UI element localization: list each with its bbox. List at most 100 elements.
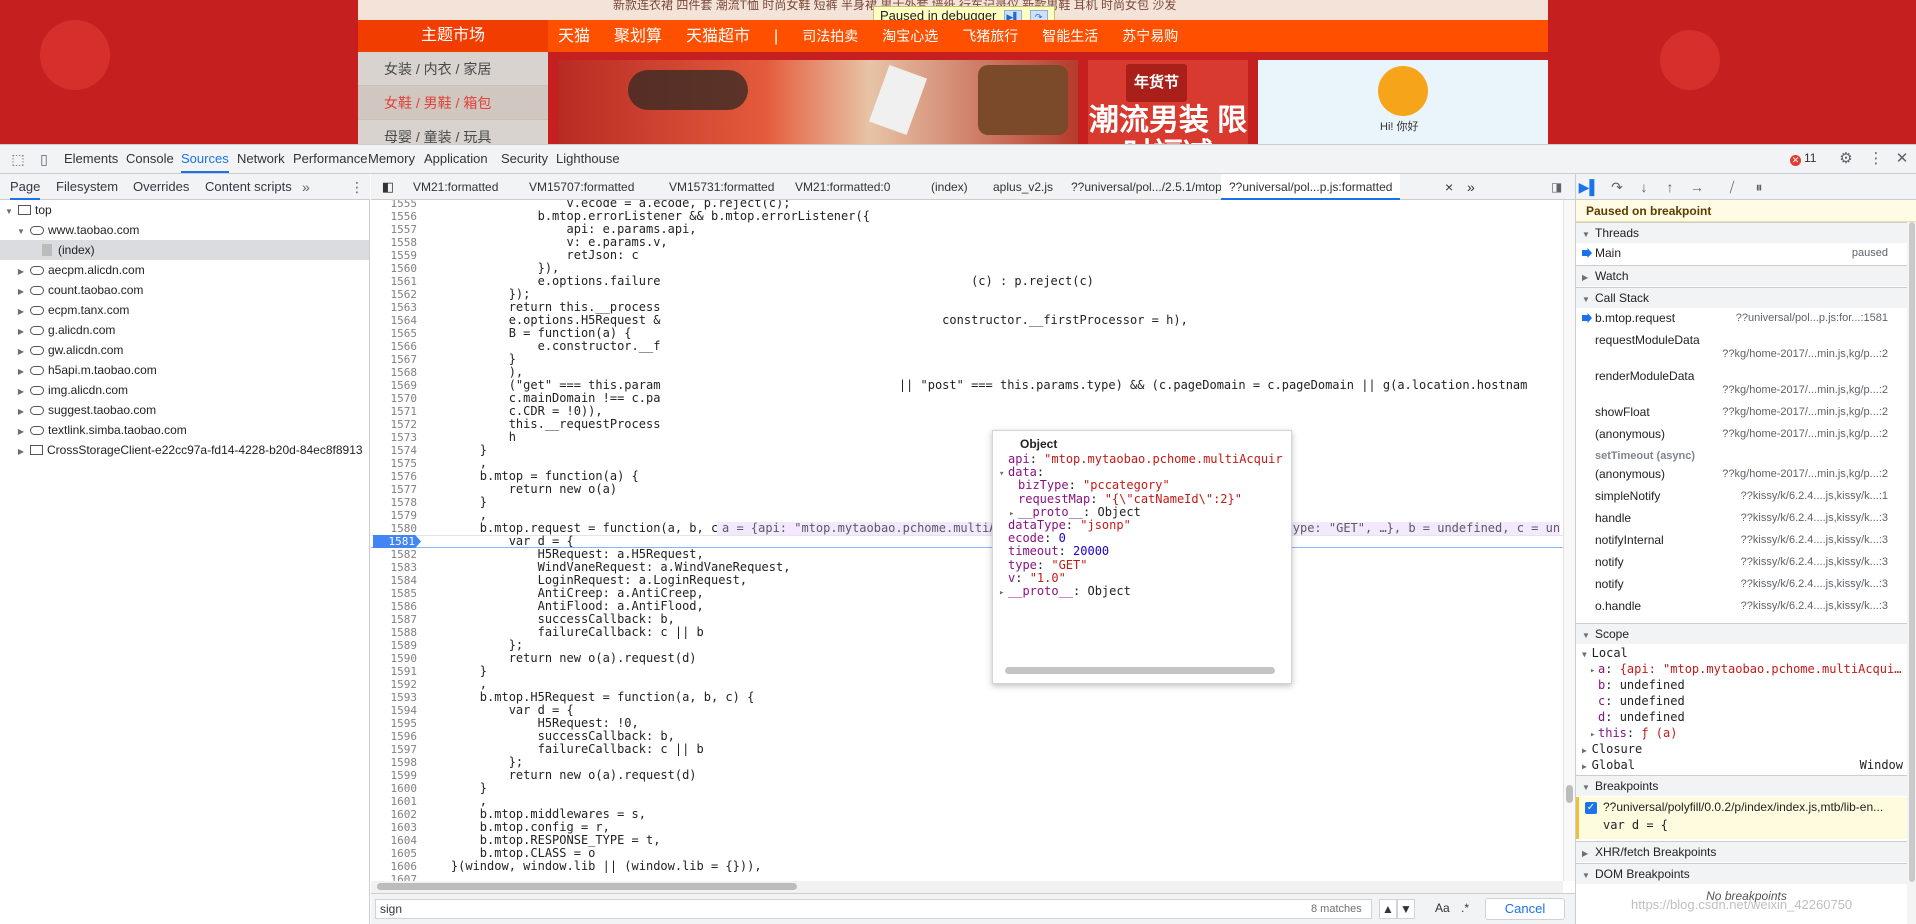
search-input[interactable]: sign: [375, 899, 1372, 919]
scope-local-header[interactable]: ▼ Local: [1576, 645, 1916, 661]
promo-banner-main[interactable]: [558, 60, 1078, 144]
pause-on-exceptions-icon[interactable]: ⏸: [1748, 177, 1770, 197]
debugger-scroll-thumb[interactable]: [1909, 222, 1915, 882]
site-nav-item[interactable]: 飞猪旅行: [962, 28, 1018, 44]
editor-horizontal-scrollbar[interactable]: [371, 881, 1563, 893]
line-number[interactable]: 1601: [371, 795, 418, 808]
call-frame[interactable]: (anonymous) ??kg/home-2017/...min.js,kg/p…: [1576, 465, 1916, 487]
error-counter[interactable]: ✕ 11: [1790, 151, 1816, 166]
line-number[interactable]: 1556: [371, 210, 418, 223]
thread-row[interactable]: Main paused: [1576, 244, 1916, 262]
popover-scrollbar[interactable]: [1005, 667, 1275, 674]
editor-tab[interactable]: VM21:formatted: [405, 174, 506, 200]
line-number[interactable]: 1567: [371, 353, 418, 366]
toggle-navigator-icon[interactable]: ◧: [379, 174, 397, 200]
call-stack-section-toggle-icon[interactable]: ▼: [1582, 289, 1590, 310]
popover-expand-icon[interactable]: ▸: [999, 585, 1008, 601]
threads-section[interactable]: ▼ Threads: [1576, 222, 1916, 243]
site-nav-item[interactable]: 天猫超市: [686, 28, 750, 45]
code-view[interactable]: 1555 v.ecode = a.ecode, p.reject(c); 1556…: [371, 200, 1563, 881]
line-number[interactable]: 1586: [371, 600, 418, 613]
call-frame[interactable]: renderModuleData ??kg/home-2017/...min.js…: [1576, 367, 1916, 403]
tree-item[interactable]: ▶ textlink.simba.taobao.com: [0, 420, 369, 440]
tree-item[interactable]: ▶ gw.alicdn.com: [0, 340, 369, 360]
tree-expand-icon[interactable]: ▶: [16, 382, 26, 400]
navigator-tab-content-scripts[interactable]: Content scripts: [205, 174, 292, 200]
settings-gear-icon[interactable]: ⚙: [1836, 145, 1856, 173]
line-number[interactable]: 1579: [371, 509, 418, 522]
site-nav-item[interactable]: 苏宁易购: [1122, 28, 1178, 44]
tree-item[interactable]: (index): [0, 240, 369, 260]
devtools-tab-lighthouse[interactable]: Lighthouse: [556, 145, 620, 173]
line-number[interactable]: 1571: [371, 405, 418, 418]
tree-expand-icon[interactable]: ▶: [16, 422, 26, 440]
scope-global[interactable]: ▶ Global Window: [1576, 757, 1916, 773]
next-match-icon[interactable]: ▼: [1397, 899, 1415, 919]
dom-breakpoints-section[interactable]: ▼ DOM Breakpoints: [1576, 863, 1916, 884]
dom-breakpoints-section-toggle-icon[interactable]: ▼: [1582, 865, 1590, 886]
more-tabs-chevron-icon[interactable]: »: [302, 174, 310, 200]
popover-expand-icon[interactable]: ▾: [999, 466, 1008, 482]
site-nav-item[interactable]: 天猫: [558, 28, 590, 45]
more-editor-tabs-icon[interactable]: »: [1467, 174, 1475, 200]
site-nav-item[interactable]: 聚划算: [614, 28, 662, 45]
line-number[interactable]: 1582: [371, 548, 418, 561]
tree-item[interactable]: ▶ CrossStorageClient-e22cc97a-fd14-4228-b…: [0, 440, 369, 460]
inspect-element-icon[interactable]: ⬚: [8, 145, 28, 173]
devtools-tab-elements[interactable]: Elements: [64, 145, 118, 173]
tree-item[interactable]: ▶ suggest.taobao.com: [0, 400, 369, 420]
scope-closure[interactable]: ▶ Closure: [1576, 741, 1916, 757]
device-toolbar-icon[interactable]: ▯: [34, 145, 54, 173]
navigator-tab-overrides[interactable]: Overrides: [133, 174, 189, 200]
tree-item[interactable]: ▶ h5api.m.taobao.com: [0, 360, 369, 380]
call-frame[interactable]: o.handle ??kissy/k/6.2.4....js,kissy/k...…: [1576, 597, 1916, 619]
navigator-menu-icon[interactable]: ⋮: [350, 174, 364, 200]
promo-banner-men[interactable]: 年货节 潮流男装 限时福减: [1088, 60, 1248, 144]
line-number[interactable]: 1575: [371, 457, 418, 470]
line-number[interactable]: 1561: [371, 275, 418, 288]
line-number[interactable]: 1557: [371, 223, 418, 236]
call-frame[interactable]: handle ??kissy/k/6.2.4....js,kissy/k...:3: [1576, 509, 1916, 531]
deactivate-breakpoints-icon[interactable]: ⧸: [1721, 177, 1743, 197]
scope-closure-toggle-icon[interactable]: ▶: [1582, 746, 1592, 755]
tree-item[interactable]: ▶ aecpm.alicdn.com: [0, 260, 369, 280]
navigator-tab-page[interactable]: Page: [10, 174, 41, 200]
toggle-debugger-icon[interactable]: ◨: [1551, 174, 1562, 200]
tree-expand-icon[interactable]: ▶: [16, 442, 26, 460]
devtools-tab-network[interactable]: Network: [237, 145, 285, 173]
scope-section[interactable]: ▼ Scope: [1576, 623, 1916, 644]
xhr-breakpoints-section[interactable]: ▶ XHR/fetch Breakpoints: [1576, 841, 1916, 862]
breakpoint-marker[interactable]: 1581: [373, 535, 421, 548]
regex-button[interactable]: .*: [1461, 899, 1469, 919]
tree-item[interactable]: ▶ img.alicdn.com: [0, 380, 369, 400]
editor-tab[interactable]: (index): [923, 174, 976, 200]
call-frame[interactable]: requestModuleData ??kg/home-2017/...min.j…: [1576, 331, 1916, 367]
line-number[interactable]: 1563: [371, 301, 418, 314]
call-frame[interactable]: showFloat ??kg/home-2017/...min.js,kg/p..…: [1576, 403, 1916, 425]
breakpoint-item[interactable]: ✓ ??universal/polyfill/0.0.2/p/index/inde…: [1576, 797, 1916, 839]
line-number[interactable]: 1562: [371, 288, 418, 301]
line-number[interactable]: 1572: [371, 418, 418, 431]
line-number[interactable]: 1607: [371, 873, 418, 881]
debugger-scrollbar[interactable]: [1907, 222, 1916, 924]
call-frame[interactable]: notifyInternal ??kissy/k/6.2.4....js,kiss…: [1576, 531, 1916, 553]
site-nav-item[interactable]: 司法拍卖: [802, 28, 858, 44]
line-number[interactable]: 1590: [371, 652, 418, 665]
scope-global-toggle-icon[interactable]: ▶: [1582, 762, 1592, 771]
close-tab-icon[interactable]: ×: [1445, 174, 1453, 200]
line-number[interactable]: 1559: [371, 249, 418, 262]
line-number[interactable]: 1595: [371, 717, 418, 730]
line-number[interactable]: 1585: [371, 587, 418, 600]
line-number[interactable]: 1602: [371, 808, 418, 821]
call-frame[interactable]: notify ??kissy/k/6.2.4....js,kissy/k...:3: [1576, 575, 1916, 597]
line-number[interactable]: 1584: [371, 574, 418, 587]
scope-variable[interactable]: ▸ this: ƒ (a): [1576, 725, 1916, 741]
editor-vscroll-thumb[interactable]: [1566, 785, 1573, 803]
tree-expand-icon[interactable]: ▶: [16, 282, 26, 300]
line-number[interactable]: 1597: [371, 743, 418, 756]
call-frame[interactable]: simpleNotify ??kissy/k/6.2.4....js,kissy/…: [1576, 487, 1916, 509]
line-number[interactable]: 1566: [371, 340, 418, 353]
tree-expand-icon[interactable]: ▶: [16, 302, 26, 320]
line-number[interactable]: 1555: [371, 200, 418, 210]
tree-expand-icon[interactable]: ▼: [16, 222, 26, 240]
